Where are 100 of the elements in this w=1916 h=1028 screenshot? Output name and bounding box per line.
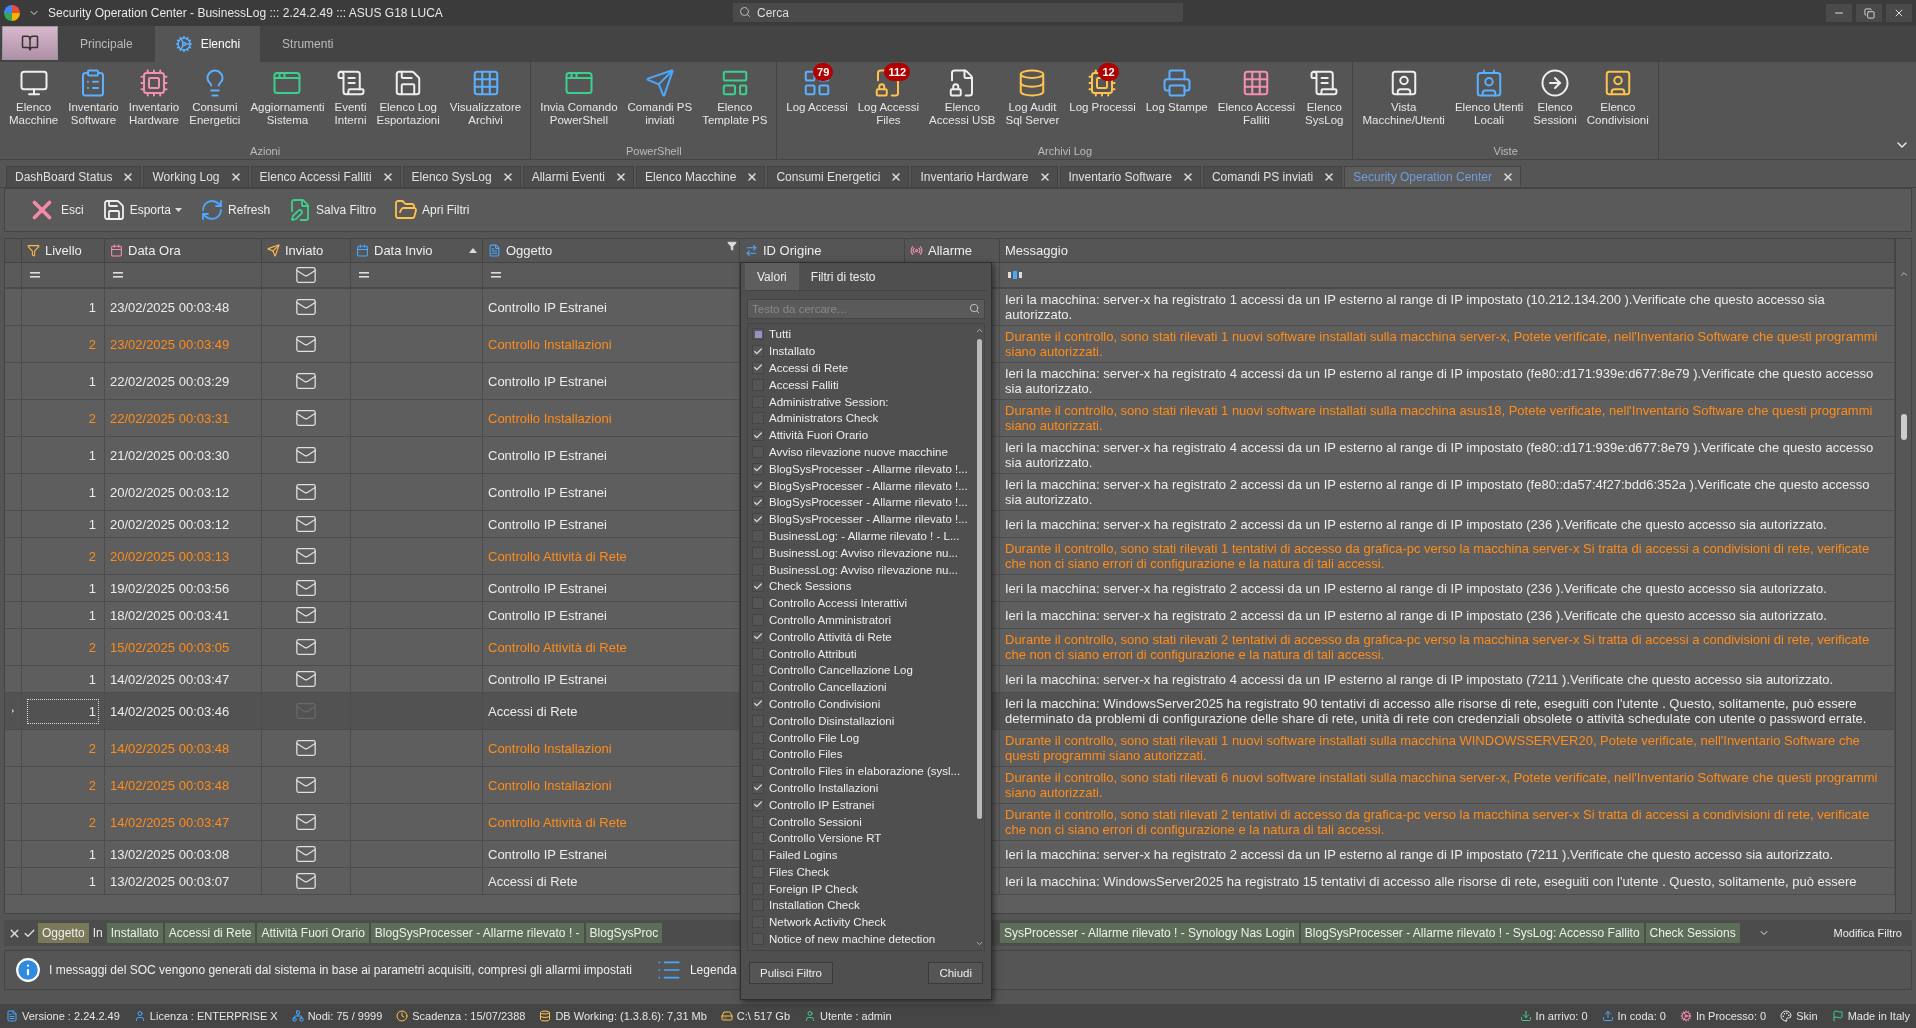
checkbox[interactable] bbox=[752, 362, 764, 374]
list-item[interactable]: BusinessLog: Avviso rilevazione nu... bbox=[769, 546, 958, 559]
ribbon-button[interactable]: Log Stampe bbox=[1140, 66, 1213, 116]
toolbar-button[interactable]: Refresh bbox=[198, 196, 273, 224]
checkbox[interactable] bbox=[752, 798, 764, 811]
scroll-down-icon[interactable] bbox=[974, 939, 984, 948]
restore-button[interactable] bbox=[1856, 4, 1882, 22]
list-item[interactable]: Controllo Files in elaborazione (sysl... bbox=[769, 765, 961, 778]
list-item[interactable]: Controllo Cancellazione Log bbox=[769, 664, 913, 677]
list-item[interactable]: Failed Logins bbox=[769, 849, 838, 862]
ribbon-button[interactable]: Vista Macchine/Utenti bbox=[1357, 66, 1450, 129]
list-item[interactable]: Controllo Condivisioni bbox=[769, 697, 881, 710]
ribbon-button[interactable]: Aggiornamenti Sistema bbox=[245, 66, 330, 129]
list-item[interactable]: Controllo Attributi bbox=[769, 647, 857, 660]
list-item[interactable]: Accessi Falliti bbox=[769, 378, 839, 391]
document-tab[interactable]: Elenco Accessi Falliti bbox=[250, 166, 401, 187]
column-header[interactable]: Messaggio bbox=[1005, 243, 1068, 258]
close-icon[interactable] bbox=[229, 171, 242, 183]
ribbon-tab[interactable]: Principale bbox=[60, 26, 153, 62]
close-icon[interactable] bbox=[381, 171, 394, 183]
ribbon-button[interactable]: Elenco Accessi Falliti bbox=[1212, 66, 1301, 129]
checkbox[interactable] bbox=[752, 479, 764, 492]
column-header[interactable]: Allarme bbox=[928, 243, 973, 258]
list-item[interactable]: Tutti bbox=[769, 328, 791, 341]
list-item[interactable]: BlogSysProcesser - Allarme rilevato !... bbox=[769, 513, 968, 526]
list-item[interactable]: Notice of new machine detection bbox=[769, 933, 936, 946]
edit-filter-button[interactable]: Modifica Filtro bbox=[1827, 926, 1908, 940]
ribbon-button[interactable]: Consumi Energetici bbox=[184, 66, 246, 129]
ribbon-button[interactable]: Log Audit Sql Server bbox=[1000, 66, 1065, 129]
document-tab[interactable]: Elenco SysLog bbox=[402, 166, 521, 187]
list-item[interactable]: Controllo Attività di Rete bbox=[769, 630, 892, 643]
ribbon-button[interactable]: Inventario Hardware bbox=[123, 66, 185, 129]
scroll-up-icon[interactable] bbox=[1898, 269, 1909, 279]
list-item[interactable]: Controllo IP Estranei bbox=[769, 798, 875, 811]
column-header[interactable]: Data Ora bbox=[128, 243, 181, 258]
ribbon-button[interactable]: Elenco Sessioni bbox=[1528, 66, 1582, 129]
document-tab[interactable]: Inventario Software bbox=[1059, 166, 1201, 187]
checkbox[interactable] bbox=[752, 345, 764, 358]
list-item[interactable]: BlogSysProcesser - Allarme rilevato !... bbox=[769, 462, 968, 475]
ribbon-button[interactable]: Comandi PS inviati bbox=[622, 66, 698, 129]
column-header[interactable]: Data Invio bbox=[374, 243, 433, 258]
ribbon-button[interactable]: Visualizzatore Archivi bbox=[444, 66, 527, 129]
list-item[interactable]: Controllo Files bbox=[769, 748, 843, 761]
minimize-button[interactable] bbox=[1826, 4, 1852, 22]
document-tab[interactable]: Inventario Hardware bbox=[911, 166, 1058, 187]
column-header[interactable]: ID Origine bbox=[763, 243, 822, 258]
checkbox[interactable] bbox=[752, 328, 764, 341]
ribbon-button[interactable]: Log Accessi Files 112 bbox=[852, 66, 925, 129]
ribbon-button[interactable]: Invia Comando PowerShell bbox=[535, 66, 623, 129]
ribbon-button[interactable]: Elenco Macchine bbox=[4, 66, 64, 129]
document-tab[interactable]: Elenco Macchine bbox=[636, 166, 766, 187]
close-icon[interactable] bbox=[1323, 171, 1336, 183]
list-item[interactable]: Foreign IP Check bbox=[769, 882, 858, 895]
list-item[interactable]: Controllo Installazioni bbox=[769, 781, 879, 794]
list-item[interactable]: Check Sessions bbox=[769, 580, 852, 593]
close-icon[interactable] bbox=[1502, 171, 1515, 183]
list-item[interactable]: Administrators Check bbox=[769, 412, 879, 425]
close-icon[interactable] bbox=[615, 171, 627, 183]
close-icon[interactable] bbox=[122, 171, 135, 183]
list-item[interactable]: Controllo Accessi Interattivi bbox=[769, 597, 908, 610]
list-item[interactable]: Controllo Sessioni bbox=[769, 815, 862, 828]
search-field[interactable]: Cerca bbox=[733, 3, 1183, 22]
ribbon-button[interactable]: Log Processi 12 bbox=[1064, 66, 1141, 116]
list-item[interactable]: Network Activity Check bbox=[769, 916, 886, 929]
ribbon-button[interactable]: Elenco Template PS bbox=[697, 66, 773, 129]
checkbox[interactable] bbox=[752, 513, 764, 526]
checkbox[interactable] bbox=[752, 697, 764, 710]
column-header[interactable]: Oggetto bbox=[506, 243, 553, 258]
close-button[interactable] bbox=[1886, 4, 1912, 22]
document-tab[interactable]: DashBoard Status bbox=[6, 166, 142, 187]
toolbar-button[interactable]: Esci bbox=[25, 193, 86, 227]
checkbox[interactable] bbox=[752, 429, 764, 442]
scroll-up-icon[interactable] bbox=[974, 326, 984, 335]
column-header[interactable]: Inviato bbox=[285, 243, 324, 258]
list-item[interactable]: BusinessLog: - Allarme rilevato ! - L... bbox=[769, 529, 960, 542]
document-tab[interactable]: Consumi Energetici bbox=[767, 166, 910, 187]
ribbon-button[interactable]: Elenco Log Esportazioni bbox=[371, 66, 445, 129]
toolbar-button[interactable]: Esporta bbox=[99, 196, 185, 224]
popup-button[interactable]: Pulisci Filtro bbox=[749, 962, 833, 984]
ribbon-button[interactable]: Log Accessi 79 bbox=[781, 66, 853, 116]
scrollbar-thumb[interactable] bbox=[976, 339, 982, 819]
list-item[interactable]: Controllo Amministratori bbox=[769, 613, 892, 626]
document-tab[interactable]: Allarmi Eventi bbox=[522, 166, 634, 187]
file-menu-button[interactable] bbox=[2, 26, 58, 60]
scrollbar-thumb[interactable] bbox=[1900, 414, 1907, 440]
toolbar-button[interactable]: Apri Filtri bbox=[392, 196, 472, 224]
close-icon[interactable] bbox=[890, 171, 903, 183]
close-icon[interactable] bbox=[1181, 171, 1194, 183]
ribbon-button[interactable]: Inventario Software bbox=[63, 66, 124, 129]
ribbon-button[interactable]: Elenco SysLog bbox=[1300, 66, 1349, 129]
list-item[interactable]: Installato bbox=[769, 345, 816, 358]
toolbar-button[interactable]: Salva Filtro bbox=[286, 196, 379, 224]
popup-tab[interactable]: Valori bbox=[745, 263, 799, 290]
list-item[interactable]: Controllo Cancellazioni bbox=[769, 681, 887, 694]
list-item[interactable]: Administrative Session: bbox=[769, 395, 889, 408]
list-item[interactable]: Controllo Versione RT bbox=[769, 832, 882, 845]
list-item[interactable]: BlogSysProcesser - Allarme rilevato !... bbox=[769, 479, 968, 492]
close-icon[interactable] bbox=[501, 171, 514, 183]
close-icon[interactable] bbox=[746, 171, 759, 183]
document-tab[interactable]: Comandi PS inviati bbox=[1202, 166, 1343, 187]
